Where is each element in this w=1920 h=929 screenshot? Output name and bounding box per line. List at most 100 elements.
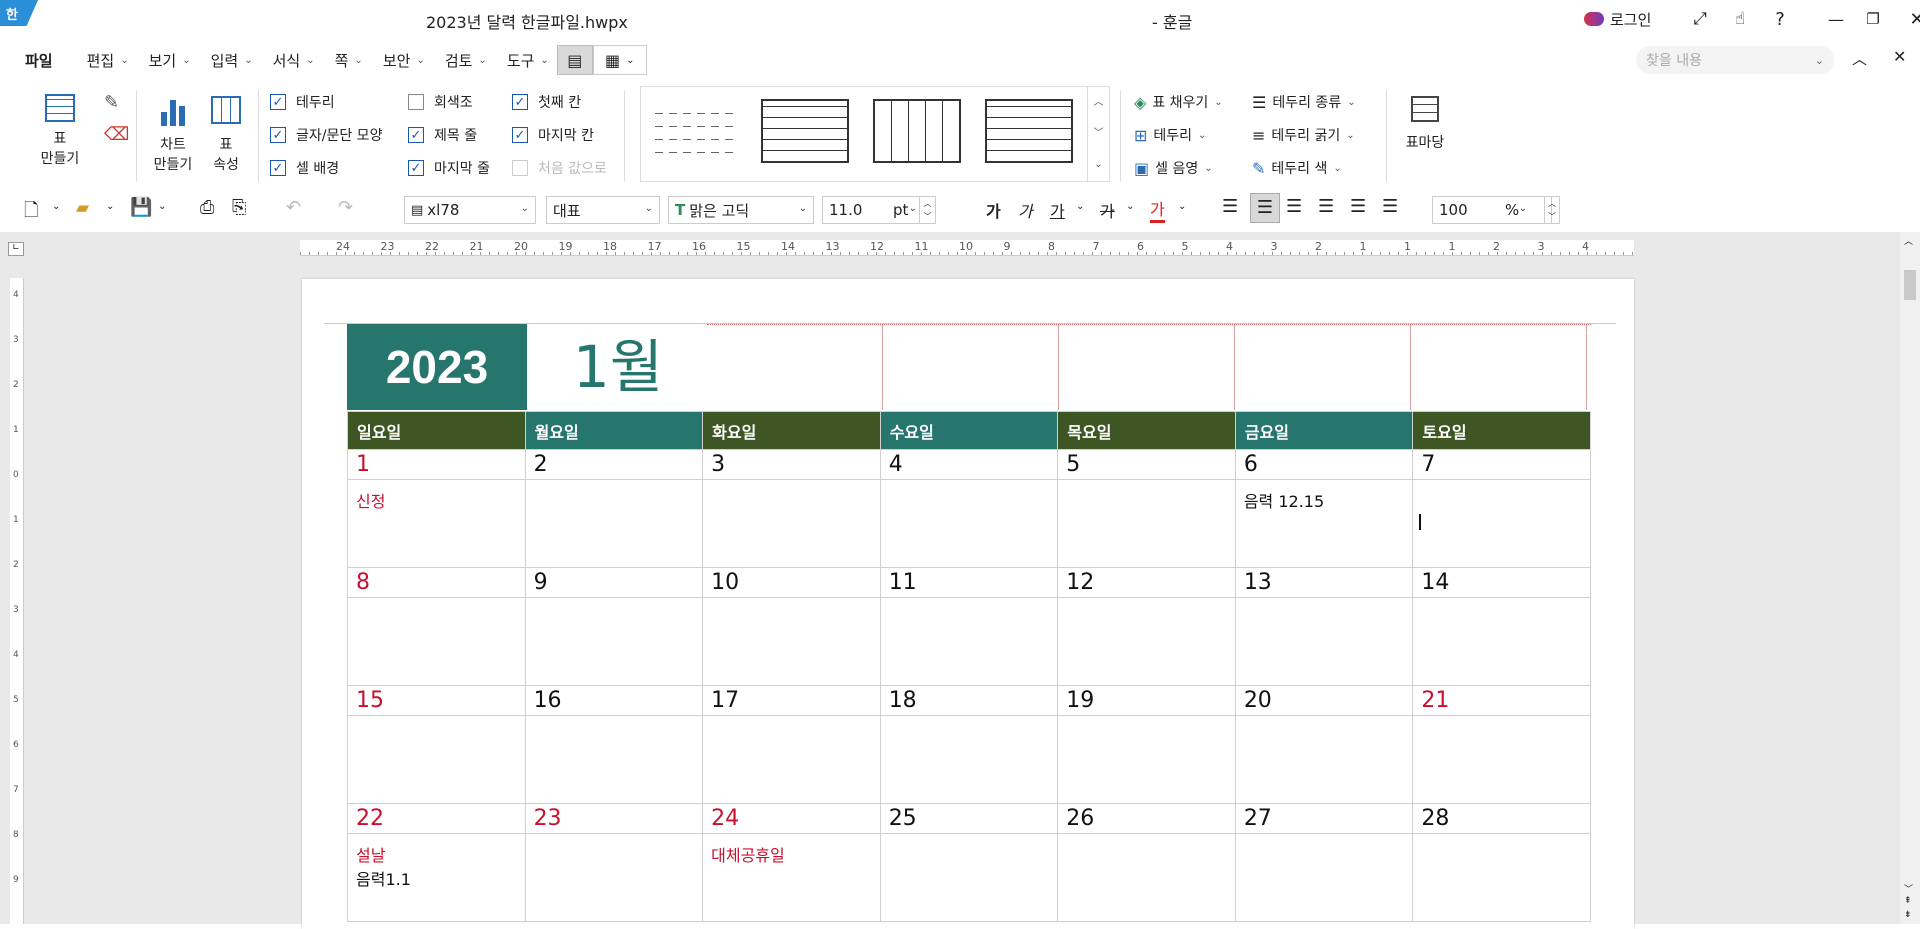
date-number-cell[interactable]: 24 [702,803,881,834]
table-design-tab-icon[interactable]: ▤ [556,45,593,75]
chevron-down-icon[interactable]: ⌄ [106,201,114,212]
next-page-icon[interactable]: ⇟ [1904,910,1912,920]
prev-page-icon[interactable]: ⇞ [1904,896,1912,906]
scroll-down-icon[interactable]: ﹀ [1904,882,1913,895]
border-color-button[interactable]: ✎ 테두리 색 ⌄ [1252,158,1342,178]
date-number-cell[interactable]: 22 [347,803,526,834]
date-number-cell[interactable]: 18 [879,685,1059,716]
size-spinner-icon[interactable]: ︿ ﹀ [919,197,935,223]
table-style-grid-2[interactable] [873,99,961,163]
fullscreen-icon[interactable]: ⤢ [1680,9,1720,29]
italic-button[interactable]: 가 [1018,198,1033,222]
date-number-cell[interactable]: 15 [347,685,526,716]
date-number-cell[interactable]: 27 [1234,803,1414,834]
search-input[interactable]: 찾을 내용 [1646,50,1815,70]
date-note-cell[interactable] [524,715,704,804]
table-style-grid-3[interactable] [985,99,1073,163]
chevron-down-icon[interactable]: ⌄ [1076,201,1084,212]
menu-tools[interactable]: 도구 ⌄ [507,50,549,71]
date-number-cell[interactable]: 10 [702,567,881,598]
close-doc-icon[interactable]: ✕ [1893,47,1906,66]
date-number-cell[interactable]: 21 [1412,685,1591,716]
menu-file[interactable]: 파일 [25,50,53,71]
year-cell[interactable]: 2023 [347,324,527,410]
first-col-checkbox[interactable]: ✓ 첫째 칸 [512,92,581,112]
login-button[interactable]: 로그인 [1610,9,1651,30]
chevron-down-icon[interactable]: ⌄ [1178,201,1186,212]
date-number-cell[interactable]: 5 [1057,449,1236,480]
date-note-cell[interactable] [879,833,1059,922]
date-note-cell[interactable]: 대체공휴일 [702,833,881,922]
date-note-cell[interactable] [347,597,526,686]
language-select[interactable]: 대표 ⌄ [546,196,660,224]
style-select[interactable]: ▤ xl78 ⌄ [404,196,536,224]
date-note-cell[interactable] [1412,715,1591,804]
date-number-cell[interactable]: 14 [1412,567,1591,598]
table-style-dotted[interactable] [655,101,737,165]
border-thickness-button[interactable]: ≡ 테두리 굵기 ⌄ [1252,125,1355,145]
date-note-cell[interactable] [702,479,881,568]
vertical-scrollbar[interactable]: ︿ ﹀ ⇞ ⇟ [1900,232,1920,924]
chevron-down-icon[interactable]: ⌄ [52,201,60,212]
save-icon[interactable]: 💾 [130,197,152,218]
date-note-cell[interactable]: 음력 12.15 [1234,479,1414,568]
align-split-icon[interactable]: ☰ [1382,196,1398,217]
date-number-cell[interactable]: 7 [1412,449,1591,480]
grayscale-checkbox[interactable]: 회색조 [408,92,473,112]
date-number-cell[interactable]: 17 [702,685,881,716]
make-chart-button[interactable]: 차트 만들기 [148,96,198,174]
date-number-cell[interactable]: 3 [702,449,881,480]
weekday-header-cell[interactable]: 목요일 [1057,411,1236,450]
date-note-cell[interactable] [702,715,881,804]
menu-format[interactable]: 서식 ⌄ [273,50,315,71]
menu-insert[interactable]: 입력 ⌄ [211,50,253,71]
weekday-header-cell[interactable]: 토요일 [1412,411,1591,450]
chevron-down-icon[interactable]: ⌄ [1815,54,1824,67]
date-note-cell[interactable] [879,715,1059,804]
cell-bg-checkbox[interactable]: ✓ 셀 배경 [270,158,339,178]
collapse-ribbon-icon[interactable]: ︿ [1852,48,1867,69]
border-checkbox[interactable]: ✓ 테두리 [270,92,335,112]
table-fill-button[interactable]: ◈ 표 채우기 ⌄ [1134,92,1223,112]
align-left-icon[interactable]: ☰ [1250,193,1280,223]
date-number-cell[interactable]: 26 [1057,803,1236,834]
date-number-cell[interactable]: 16 [524,685,704,716]
menu-page[interactable]: 쪽 ⌄ [335,50,363,71]
redo-icon[interactable]: ↷ [338,197,353,218]
date-note-cell[interactable] [1057,479,1236,568]
align-right-icon[interactable]: ☰ [1318,196,1334,217]
weekday-header-cell[interactable]: 수요일 [879,411,1059,450]
table-properties-button[interactable]: 표 속성 [204,96,248,174]
search-box[interactable]: 찾을 내용 ⌄ [1636,46,1834,74]
font-color-button[interactable]: 가 [1150,196,1165,223]
font-size-select[interactable]: 11.0 pt ⌄ ︿ ﹀ [822,196,936,224]
date-note-cell[interactable] [879,479,1059,568]
last-col-checkbox[interactable]: ✓ 마지막 칸 [512,125,594,145]
open-folder-icon[interactable]: ▰ [76,198,89,218]
date-note-cell[interactable] [1412,479,1591,568]
minimize-icon[interactable]: — [1800,10,1852,29]
char-para-checkbox[interactable]: ✓ 글자/문단 모양 [270,125,382,145]
border-button[interactable]: ⊞ 테두리 ⌄ [1134,125,1206,145]
last-row-checkbox[interactable]: ✓ 마지막 줄 [408,158,490,178]
make-table-button[interactable]: 표 만들기 [32,94,88,184]
menu-edit[interactable]: 편집 ⌄ [87,50,129,71]
menu-view[interactable]: 보기 ⌄ [149,50,191,71]
date-number-cell[interactable]: 11 [879,567,1059,598]
underline-button[interactable]: 가 [1050,198,1065,222]
date-number-cell[interactable]: 28 [1412,803,1591,834]
date-number-cell[interactable]: 12 [1057,567,1236,598]
weekday-header-cell[interactable]: 일요일 [347,411,526,450]
date-number-cell[interactable]: 13 [1234,567,1414,598]
print-icon[interactable]: ⎙ [200,197,214,218]
date-number-cell[interactable]: 9 [524,567,704,598]
title-row-checkbox[interactable]: ✓ 제목 줄 [408,125,477,145]
scroll-up-icon[interactable]: ︿ [1904,234,1913,247]
date-number-cell[interactable]: 25 [879,803,1059,834]
date-note-cell[interactable] [524,833,704,922]
menu-review[interactable]: 검토 ⌄ [445,50,487,71]
bold-button[interactable]: 가 [986,198,1001,222]
table-layout-tab-icon[interactable]: ▦ ⌄ [592,45,647,75]
date-number-cell[interactable]: 1 [347,449,526,480]
menu-security[interactable]: 보안 ⌄ [383,50,425,71]
